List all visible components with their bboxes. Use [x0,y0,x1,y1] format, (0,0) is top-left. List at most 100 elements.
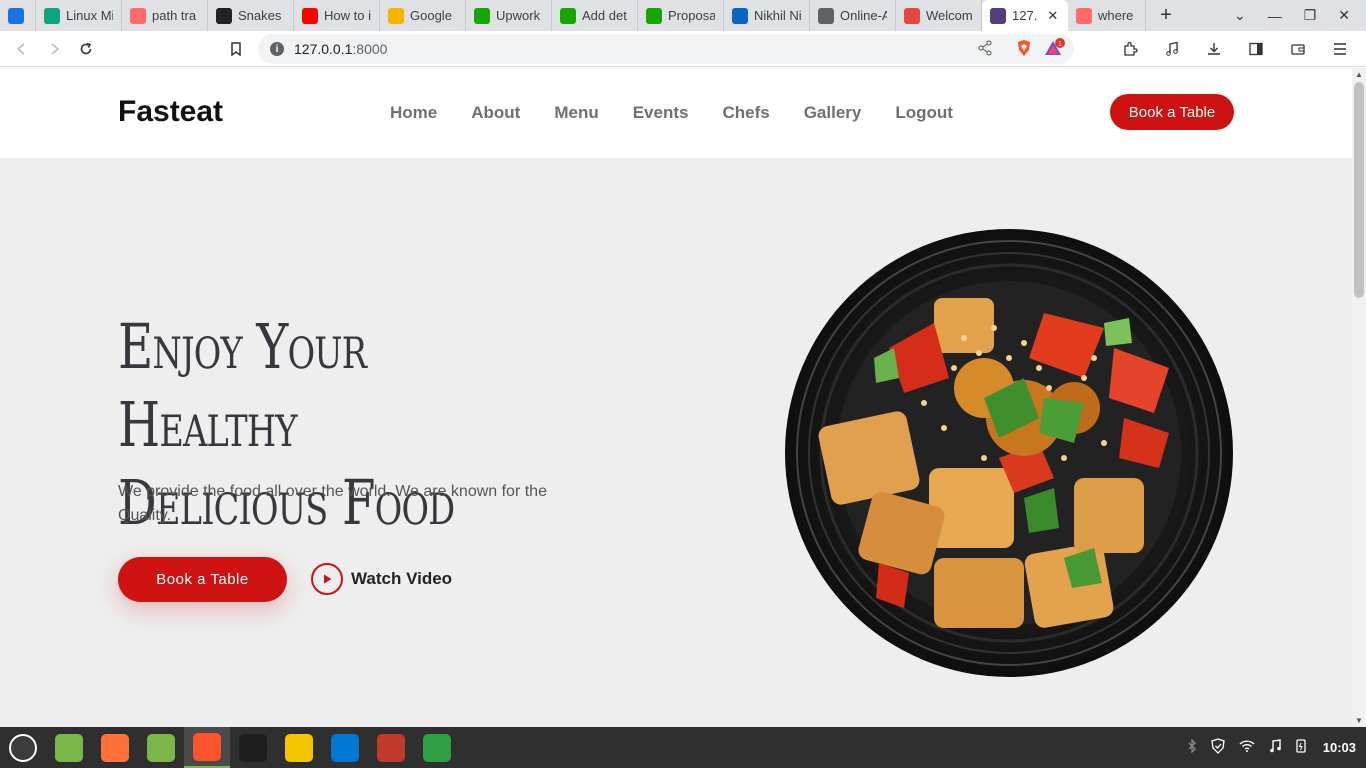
nav-link-home[interactable]: Home [390,103,437,123]
browser-tab[interactable]: path tra [122,0,208,31]
upwork-icon [560,7,576,24]
play-icon[interactable] [311,563,343,595]
back-icon[interactable] [6,33,38,65]
download-icon[interactable] [1198,33,1230,65]
firefox-icon [101,733,129,762]
share-icon[interactable] [978,40,992,59]
reload-icon[interactable] [70,33,102,65]
taskbar-app[interactable] [0,727,46,768]
tab-title: Upwork [496,8,541,23]
tab-title: Proposa [668,8,715,23]
bluetooth-icon[interactable] [1187,738,1197,756]
close-window-icon[interactable]: ✕ [1338,7,1350,24]
shield-tray-icon[interactable] [1211,738,1225,757]
window-controls: ⌄ — ❐ ✕ [1234,0,1366,31]
wallet-icon[interactable] [1282,33,1314,65]
hero-food-bowl-image [785,229,1233,677]
brave-shields-icon[interactable] [1016,39,1032,60]
browser-tab[interactable]: 127. ✕ [982,0,1068,31]
taskbar-app[interactable] [184,727,230,768]
brave-rewards-icon[interactable]: 1 [1044,38,1066,61]
tab-title: 127. [1012,8,1038,23]
extensions-icon[interactable] [1114,33,1146,65]
minimize-icon[interactable]: — [1268,8,1282,24]
taskbar-app[interactable] [46,727,92,768]
hero-book-table-button[interactable]: Book a Table [118,557,287,602]
youtube-icon [302,7,318,24]
hero-title-line1: Enjoy Your Healthy [118,310,367,461]
browser-tab[interactable]: Google [380,0,466,31]
battery-icon[interactable] [1295,738,1309,757]
tab-title: Add det [582,8,627,23]
wifi-icon[interactable] [1239,740,1255,755]
bolt-app-icon [285,733,313,762]
nav-link-logout[interactable]: Logout [895,103,953,123]
watch-video-label: Watch Video [351,569,453,588]
nav-link-about[interactable]: About [471,103,520,123]
menu-icon[interactable] [1324,33,1356,65]
media-icon[interactable] [1156,33,1188,65]
tab-title: Snakes a [238,8,285,23]
taskbar-app[interactable] [276,727,322,768]
browser-tab[interactable]: Proposa [638,0,724,31]
taskbar-app[interactable] [368,727,414,768]
browser-tab[interactable]: Nikhil Ni [724,0,810,31]
browser-tab[interactable]: How to i [294,0,380,31]
close-tab-icon[interactable]: ✕ [1047,8,1058,24]
page-scrollbar[interactable]: ▲ ▼ [1352,68,1366,727]
hero-subtitle: We provide the food all over the world. … [118,483,547,524]
clock[interactable]: 10:03 [1323,740,1356,755]
tab-list-icon[interactable]: ⌄ [1234,7,1246,24]
taskbar-app[interactable] [138,727,184,768]
url-host: 127.0.0.1 [294,41,353,57]
sidebar-toggle-icon[interactable] [1240,33,1272,65]
browser-tab[interactable]: Welcom [896,0,982,31]
browser-tab[interactable]: where is [1068,0,1146,31]
browser-toolbar: i 127.0.0.1:8000 1 [0,31,1366,67]
target-icon [1076,7,1092,24]
browser-tab[interactable]: Online-A [810,0,896,31]
lightning-icon [216,7,232,24]
nav-link-events[interactable]: Events [633,103,689,123]
browser-tab[interactable]: Add det [552,0,638,31]
header-book-table-button[interactable]: Book a Table [1110,94,1234,130]
vscode-icon [331,733,359,762]
google-keep-icon [388,7,404,24]
scrollbar-thumb[interactable] [1354,82,1364,298]
taskbar-app[interactable] [322,727,368,768]
mint-menu-icon [9,733,37,762]
tab-title: Google [410,8,452,23]
rewards-badge: 1 [1058,41,1062,48]
site-logo[interactable]: Fasteat [118,95,223,129]
bookmark-icon[interactable] [220,33,252,65]
forward-icon[interactable] [38,33,70,65]
browser-tab[interactable]: Upwork [466,0,552,31]
taskbar-app[interactable] [414,727,460,768]
tab-title: How to i [324,8,371,23]
tab-title: Linux Mi [66,8,113,23]
globe-icon [818,7,834,24]
browser-tab[interactable]: Linux Mi [36,0,122,31]
nav-link-menu[interactable]: Menu [554,103,598,123]
tab-title: Welcom [926,8,973,23]
files-icon [147,733,175,762]
maximize-icon[interactable]: ❐ [1304,7,1317,24]
nav-link-gallery[interactable]: Gallery [804,103,862,123]
watch-video-link[interactable]: Watch Video [311,563,452,595]
taskbar-app[interactable] [92,727,138,768]
taskbar-app[interactable] [230,727,276,768]
music-icon[interactable] [1269,739,1281,756]
shield-app-icon [423,733,451,762]
new-tab-button[interactable]: + [1146,0,1186,31]
site-header: Fasteat Home About Menu Events Chefs Gallery L… [0,68,1352,158]
site-info-icon[interactable]: i [270,42,284,56]
tab-title: where is [1098,8,1137,23]
scroll-up-icon[interactable]: ▲ [1355,70,1363,79]
scroll-down-icon[interactable]: ▼ [1355,716,1363,725]
inbox-icon [8,7,24,24]
nav-link-chefs[interactable]: Chefs [722,103,769,123]
browser-tab[interactable]: Snakes a [208,0,294,31]
browser-tab-strip: Linux Mi path tra Snakes a How to i Google Up… [0,0,1366,31]
address-bar[interactable]: i 127.0.0.1:8000 1 [258,34,1074,64]
browser-tab[interactable] [0,0,36,31]
